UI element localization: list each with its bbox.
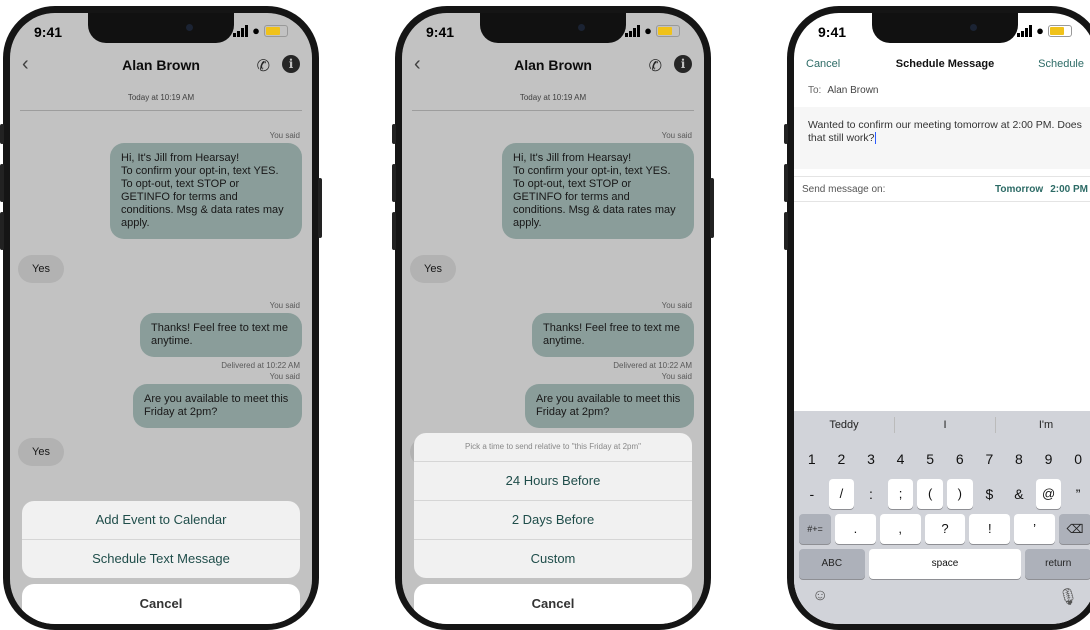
key-row-2: - / : ; ( ) $ & @ ”	[794, 479, 1090, 509]
key[interactable]: 1	[799, 444, 825, 474]
notch	[872, 13, 1018, 43]
key[interactable]: )	[946, 479, 973, 509]
battery-icon	[264, 24, 288, 37]
suggestion[interactable]: Teddy	[794, 417, 894, 433]
screen-chat-1: 9:41 ● ‹ Alan Brown ✆ i Today at 10:19 A…	[10, 13, 312, 624]
key[interactable]: .	[835, 514, 876, 544]
signal-icon	[233, 24, 249, 37]
phone-frame-1: 9:41 ● ‹ Alan Brown ✆ i Today at 10:19 A…	[0, 6, 322, 630]
keyboard-bottom-row: ☺ 🎙	[794, 579, 1090, 615]
key[interactable]: @	[1035, 479, 1062, 509]
option-24-hours-before[interactable]: 24 Hours Before	[414, 461, 692, 500]
wifi-icon: ●	[644, 23, 652, 38]
key[interactable]: $	[977, 479, 1003, 509]
key[interactable]: ”	[1065, 479, 1090, 509]
status-time: 9:41	[34, 24, 63, 40]
suggestion[interactable]: I'm	[995, 417, 1090, 433]
suggestion-bar: Teddy I I'm	[794, 411, 1090, 439]
wifi-icon: ●	[1036, 23, 1044, 38]
status-time: 9:41	[426, 24, 455, 40]
schedule-navbar: Cancel Schedule Message Schedule	[794, 51, 1090, 77]
key[interactable]: 9	[1036, 444, 1062, 474]
send-label: Send message on:	[802, 184, 886, 195]
key[interactable]: 8	[1006, 444, 1032, 474]
send-date-row[interactable]: Send message on: Tomorrow 2:00 PM	[794, 176, 1090, 202]
send-day: Tomorrow	[995, 184, 1044, 195]
key[interactable]: 3	[858, 444, 884, 474]
abc-key[interactable]: ABC	[799, 549, 865, 579]
key[interactable]: :	[858, 479, 884, 509]
microphone-icon[interactable]: 🎙	[1058, 587, 1078, 607]
phone-frame-2: 9:41 ● ‹ Alan Brown ✆ i Today at 10:19 A…	[392, 6, 714, 630]
schedule-text-message-button[interactable]: Schedule Text Message	[22, 539, 300, 578]
key-row-1: 1 2 3 4 5 6 7 8 9 0	[794, 444, 1090, 474]
text-cursor	[874, 132, 876, 145]
key[interactable]: ?	[924, 514, 966, 544]
notch	[480, 13, 626, 43]
battery-icon	[656, 24, 680, 37]
key[interactable]: 7	[977, 444, 1003, 474]
key[interactable]: 4	[888, 444, 914, 474]
signal-icon	[1017, 24, 1033, 37]
key[interactable]: ’	[1014, 514, 1055, 544]
recipient-row[interactable]: To: Alan Brown	[794, 85, 1090, 103]
key[interactable]: !	[969, 514, 1011, 544]
symbols-key[interactable]: #+=	[799, 514, 832, 544]
sheet-hint: Pick a time to send relative to "this Fr…	[465, 442, 641, 451]
schedule-button[interactable]: Schedule	[1038, 58, 1084, 70]
key[interactable]: 5	[917, 444, 943, 474]
delete-icon[interactable]: ⌫	[1058, 514, 1090, 544]
send-time: 2:00 PM	[1050, 184, 1088, 195]
key[interactable]: 2	[829, 444, 855, 474]
cancel-button[interactable]: Cancel	[414, 584, 692, 624]
key[interactable]: &	[1006, 479, 1032, 509]
cancel-button[interactable]: Cancel	[22, 584, 300, 624]
phone-frame-3: 9:41 ● Cancel Schedule Message Schedule …	[784, 6, 1090, 630]
option-custom[interactable]: Custom	[414, 539, 692, 578]
key[interactable]: 6	[947, 444, 973, 474]
key[interactable]: /	[828, 479, 855, 509]
message-text: Wanted to confirm our meeting tomorrow a…	[808, 119, 1082, 144]
add-event-to-calendar-button[interactable]: Add Event to Calendar	[22, 501, 300, 539]
key[interactable]: ;	[887, 479, 914, 509]
notch	[88, 13, 234, 43]
key-row-4: ABC space return	[794, 549, 1090, 579]
battery-icon	[1048, 24, 1072, 37]
action-sheet: Add Event to Calendar Schedule Text Mess…	[22, 501, 300, 578]
return-key[interactable]: return	[1025, 549, 1090, 579]
status-time: 9:41	[818, 24, 847, 40]
recipient-name: Alan Brown	[827, 85, 879, 96]
keyboard: Teddy I I'm 1 2 3 4 5 6 7 8 9 0 - / : ;	[794, 411, 1090, 624]
screen-schedule: 9:41 ● Cancel Schedule Message Schedule …	[794, 13, 1090, 624]
key[interactable]: ,	[879, 514, 921, 544]
option-2-days-before[interactable]: 2 Days Before	[414, 500, 692, 539]
to-label: To:	[808, 85, 822, 96]
key-row-3: #+= . , ? ! ’ ⌫	[794, 514, 1090, 544]
signal-icon	[625, 24, 641, 37]
space-key[interactable]: space	[868, 549, 1022, 579]
emoji-icon[interactable]: ☺	[812, 587, 828, 607]
message-textarea[interactable]: Wanted to confirm our meeting tomorrow a…	[794, 107, 1090, 169]
screen-chat-2: 9:41 ● ‹ Alan Brown ✆ i Today at 10:19 A…	[402, 13, 704, 624]
wifi-icon: ●	[252, 23, 260, 38]
key[interactable]: 0	[1065, 444, 1090, 474]
time-picker-sheet: Pick a time to send relative to "this Fr…	[414, 433, 692, 578]
key[interactable]: (	[917, 479, 943, 509]
suggestion[interactable]: I	[894, 417, 995, 433]
key[interactable]: -	[799, 479, 825, 509]
